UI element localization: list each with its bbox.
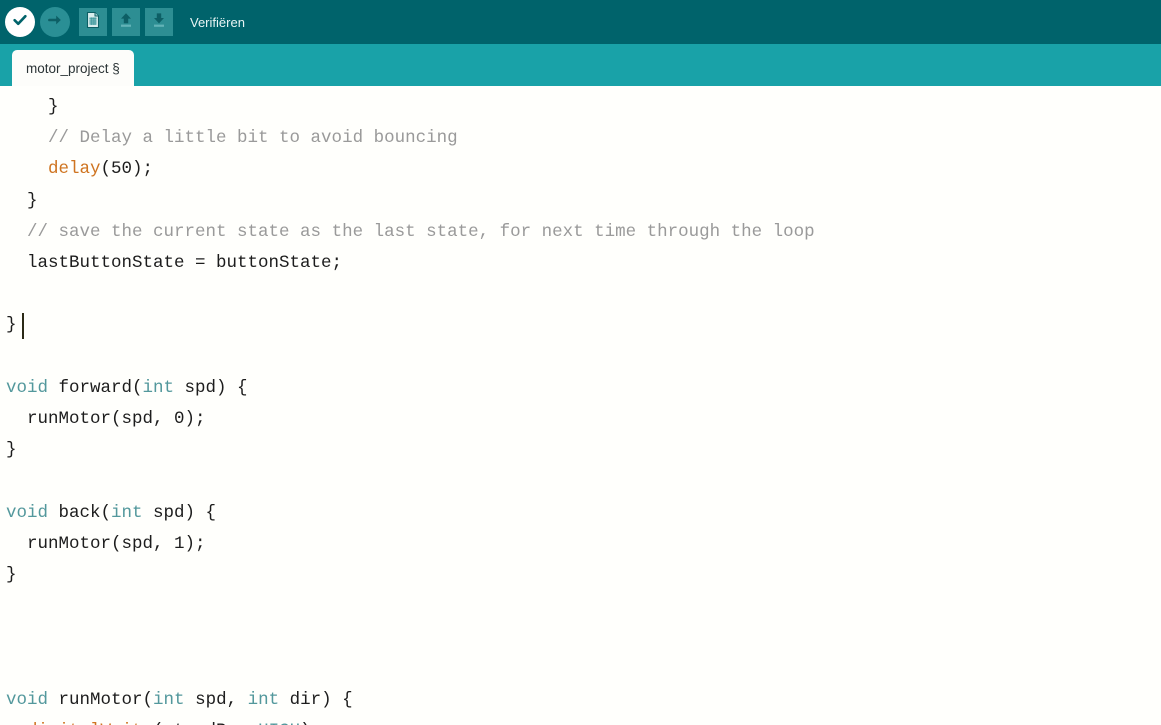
new-button[interactable] [79, 8, 107, 36]
code-token: void [6, 689, 49, 710]
tab-label: motor_project § [26, 60, 120, 76]
code-token: } [6, 440, 17, 461]
code-token: spd, [184, 689, 248, 710]
code-token: // save the current state as the last st… [27, 221, 815, 242]
code-content[interactable]: } // Delay a little bit to avoid bouncin… [0, 86, 1161, 725]
code-token: (standBy, [153, 721, 258, 725]
code-line: } [6, 92, 1161, 123]
code-token: spd) { [142, 502, 217, 523]
code-line: } [6, 186, 1161, 217]
toolbar: Verifiëren [0, 0, 1161, 44]
code-token: } [6, 315, 17, 336]
code-line: void runMotor(int spd, int dir) { [6, 685, 1161, 716]
text-caret [22, 313, 24, 339]
code-token: HIGH [258, 721, 300, 725]
open-button[interactable] [112, 8, 140, 36]
code-line: delay(50); [6, 154, 1161, 185]
upload-button[interactable] [40, 7, 70, 37]
arrow-down-icon [150, 11, 168, 34]
code-token: ); [300, 721, 321, 725]
code-line [6, 279, 1161, 310]
code-token: back( [48, 502, 112, 523]
code-token: // Delay a little bit to avoid bouncing [48, 128, 458, 149]
code-line: runMotor(spd, 1); [6, 529, 1161, 560]
code-line: lastButtonState = buttonState; [6, 248, 1161, 279]
code-line: void forward(int spd) { [6, 373, 1161, 404]
code-token: (50); [100, 159, 154, 180]
code-token: int [111, 502, 143, 523]
code-line: runMotor(spd, 0); [6, 404, 1161, 435]
code-line: } [6, 310, 1161, 341]
code-token: } [6, 190, 38, 211]
code-token: runMotor(spd, 0); [6, 409, 206, 430]
code-line: } [6, 560, 1161, 591]
arrow-up-icon [117, 11, 135, 34]
code-token: int [153, 689, 185, 710]
code-token: digitalWrite [27, 721, 153, 725]
code-token: spd) { [174, 377, 248, 398]
code-token: delay [48, 159, 101, 180]
code-line: // save the current state as the last st… [6, 217, 1161, 248]
code-line: } [6, 435, 1161, 466]
code-token: void [6, 377, 49, 398]
code-token: runMotor( [48, 689, 154, 710]
code-token: } [6, 565, 17, 586]
code-token: int [247, 689, 280, 710]
code-token: lastButtonState = buttonState; [6, 253, 343, 274]
save-button[interactable] [145, 8, 173, 36]
arrow-right-icon [46, 11, 64, 34]
check-icon [11, 11, 29, 34]
code-editor[interactable]: } // Delay a little bit to avoid bouncin… [0, 86, 1161, 725]
code-line: digitalWrite(standBy, HIGH); [6, 716, 1161, 725]
code-token: int [142, 377, 175, 398]
code-token: dir) { [279, 689, 353, 710]
toolbar-status-label: Verifiëren [190, 14, 245, 30]
code-token: forward( [48, 377, 143, 398]
code-token: void [6, 502, 49, 523]
code-token: runMotor(spd, 1); [6, 533, 206, 554]
code-line: // Delay a little bit to avoid bouncing [6, 123, 1161, 154]
verify-button[interactable] [5, 7, 35, 37]
tab-bar: motor_project § [0, 44, 1161, 86]
document-icon [84, 11, 102, 34]
code-line: void back(int spd) { [6, 498, 1161, 529]
code-token: } [6, 97, 59, 117]
tab-motor-project[interactable]: motor_project § [12, 50, 134, 86]
